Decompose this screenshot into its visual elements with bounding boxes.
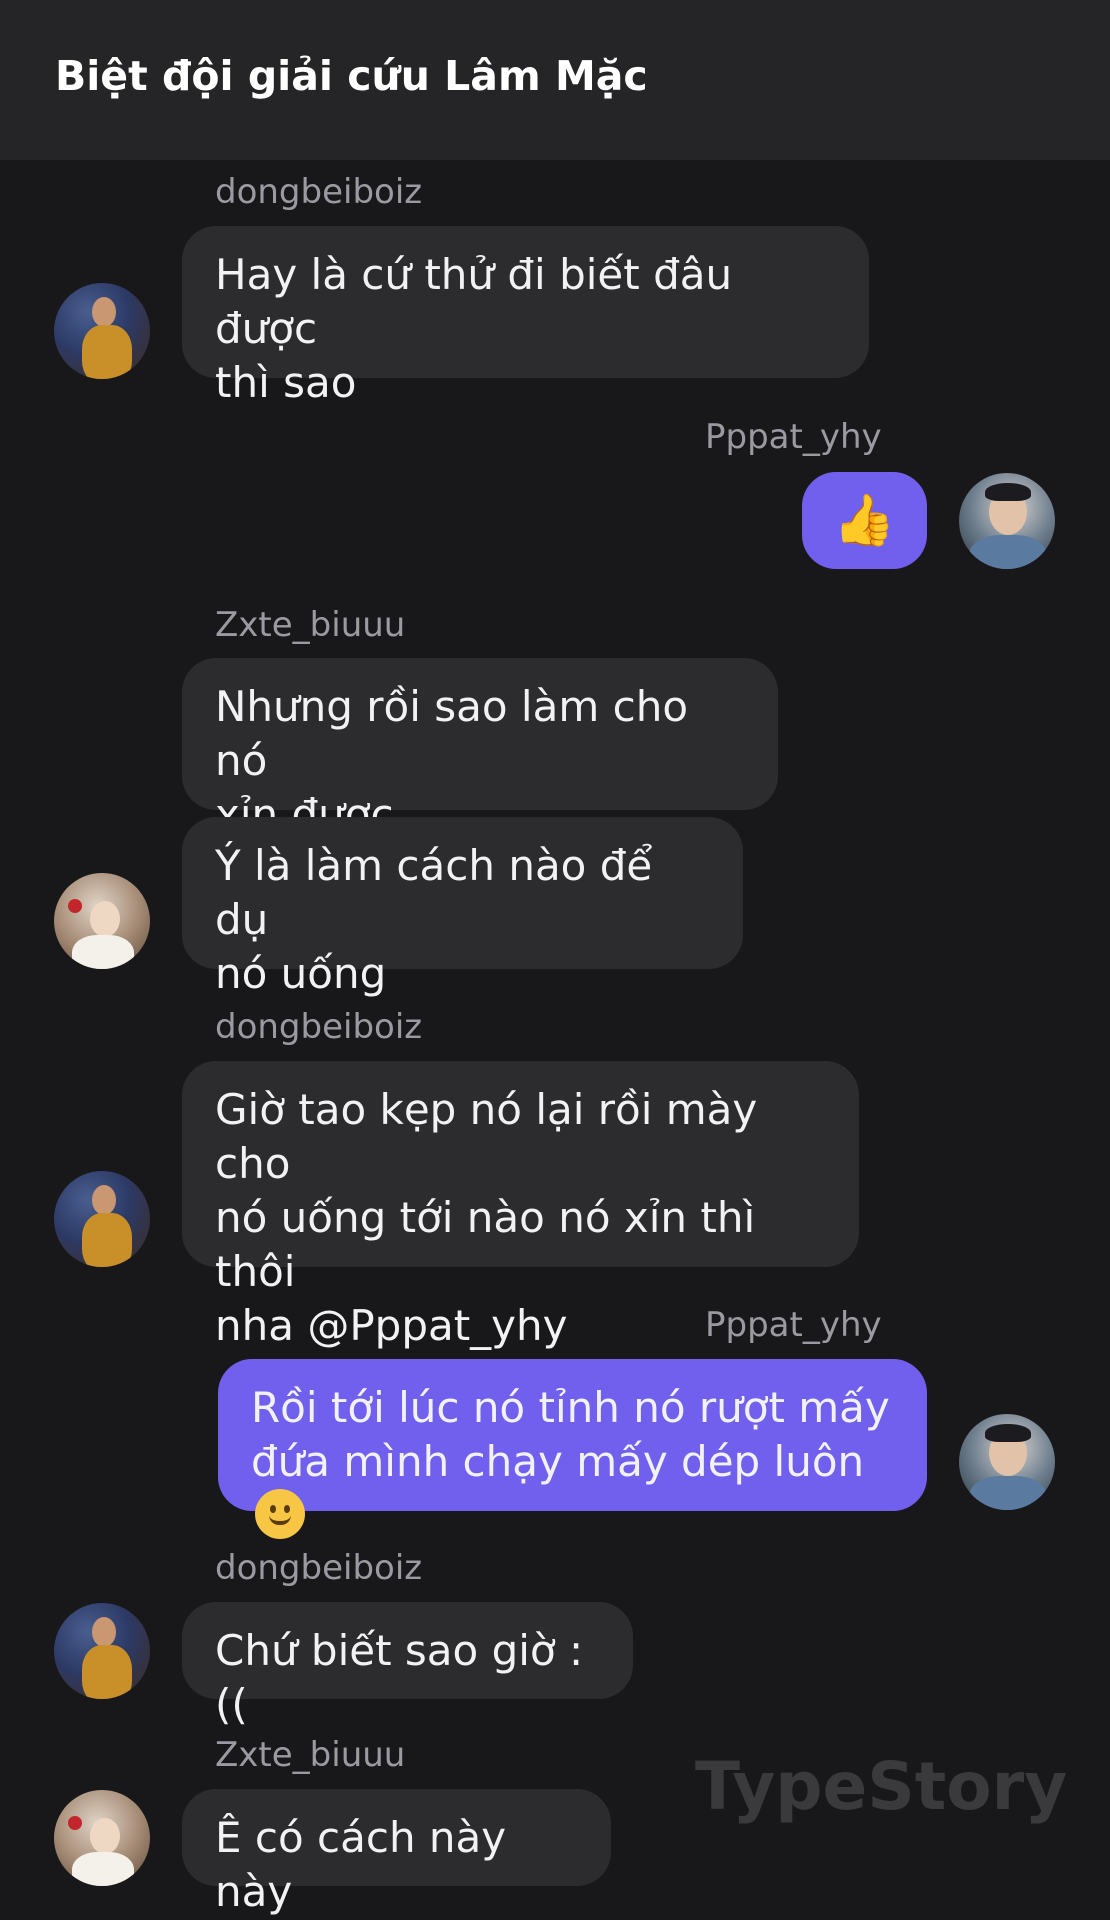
avatar-zxte-biuuu[interactable] [54, 1790, 150, 1886]
avatar-body [969, 1476, 1047, 1510]
avatar-body [72, 935, 134, 969]
message-bubble[interactable]: Nhưng rồi sao làm cho nó xỉn được [182, 658, 778, 839]
message-bubble[interactable]: Rồi tới lúc nó tỉnh nó rượt mấy đứa mình… [218, 1359, 927, 1539]
message-line: Chứ biết sao giờ :(( [215, 1626, 584, 1729]
thumbs-up-icon: 👍 [833, 491, 896, 549]
sender-name: dongbeiboiz [215, 1548, 423, 1588]
message-line: Ê có cách này này [215, 1813, 507, 1916]
message-bubble[interactable]: Ê có cách này này [182, 1789, 611, 1916]
chat-header: Biệt đội giải cứu Lâm Mặc [0, 0, 1110, 160]
sender-name: Pppat_yhy [705, 1305, 882, 1345]
group-chat-title[interactable]: Biệt đội giải cứu Lâm Mặc [55, 52, 648, 100]
message-bubble[interactable]: Hay là cứ thử đi biết đâu được thì sao [182, 226, 869, 407]
typestory-watermark: TypeStory [695, 1748, 1068, 1825]
sender-name: Zxte_biuuu [215, 605, 406, 645]
avatar-face [92, 297, 116, 327]
message-line: Rồi tới lúc nó tỉnh nó rượt mấy [251, 1383, 890, 1432]
message-bubble[interactable]: Giờ tao kẹp nó lại rồi mày cho nó uống t… [182, 1061, 859, 1350]
message-line-with-emoji: đứa mình chạy mấy dép luôn [251, 1435, 894, 1544]
avatar-body [82, 325, 132, 379]
avatar-dongbeiboiz[interactable] [54, 1171, 150, 1267]
avatar-pppat-yhy[interactable] [959, 473, 1055, 569]
avatar-hair [985, 483, 1031, 501]
message-line: Nhưng rồi sao làm cho nó [215, 682, 689, 785]
avatar-pppat-yhy[interactable] [959, 1414, 1055, 1510]
message-line: Giờ tao kẹp nó lại rồi mày cho [215, 1085, 758, 1188]
message-bubble[interactable]: 👍 [802, 472, 927, 569]
message-bubble[interactable]: Chứ biết sao giờ :(( [182, 1602, 633, 1729]
avatar-dongbeiboiz[interactable] [54, 283, 150, 379]
avatar-face [90, 901, 120, 937]
sender-name: dongbeiboiz [215, 172, 423, 212]
avatar-body [82, 1213, 132, 1267]
slightly-smiling-face-icon [255, 1489, 305, 1539]
message-line: thì sao [215, 358, 357, 407]
avatar-face [90, 1818, 120, 1854]
sender-name: dongbeiboiz [215, 1007, 423, 1047]
message-line: đứa mình chạy mấy dép luôn [251, 1437, 865, 1486]
message-line: Ý là làm cách nào để dụ [215, 841, 653, 944]
avatar-hair [985, 1424, 1031, 1442]
avatar-face [92, 1185, 116, 1215]
avatar-apple [68, 899, 82, 913]
avatar-dongbeiboiz[interactable] [54, 1603, 150, 1699]
avatar-body [969, 535, 1047, 569]
message-line: Hay là cứ thử đi biết đâu được [215, 250, 733, 353]
sender-name: Zxte_biuuu [215, 1735, 406, 1775]
message-line: nó uống tới nào nó xỉn thì thôi [215, 1193, 756, 1296]
avatar-face [92, 1617, 116, 1647]
avatar-zxte-biuuu[interactable] [54, 873, 150, 969]
avatar-body [82, 1645, 132, 1699]
message-bubble[interactable]: Ý là làm cách nào để dụ nó uống [182, 817, 743, 998]
avatar-apple [68, 1816, 82, 1830]
avatar-body [72, 1852, 134, 1886]
message-line: nó uống [215, 949, 387, 998]
sender-name: Pppat_yhy [705, 417, 882, 457]
